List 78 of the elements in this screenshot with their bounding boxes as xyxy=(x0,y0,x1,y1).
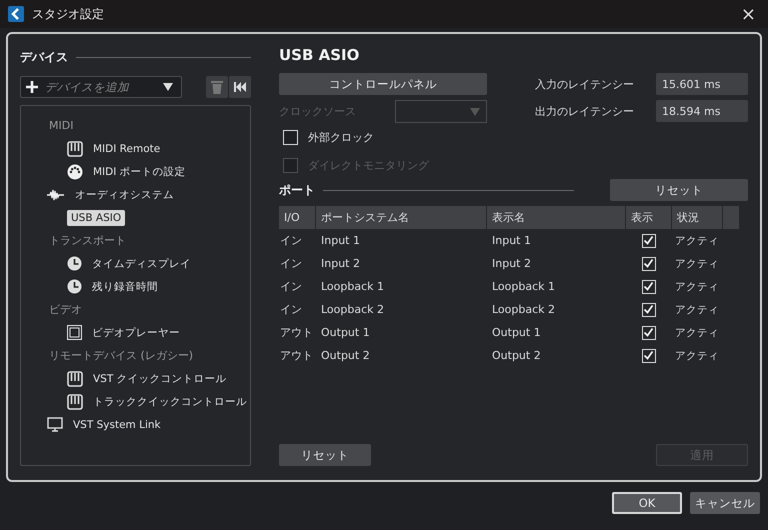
midi-connector-icon xyxy=(67,164,83,180)
table-cell-text: アクティ xyxy=(674,280,720,294)
plus-icon xyxy=(25,80,39,94)
clock-icon xyxy=(67,256,82,271)
table-cell-text: Output 2 xyxy=(491,349,542,362)
category-label: MIDI xyxy=(49,118,74,134)
monitor-icon xyxy=(47,417,63,432)
table-cell-text: アクティ xyxy=(674,234,720,248)
reset-button[interactable]: リセット xyxy=(610,179,748,201)
column-header[interactable]: 表示 xyxy=(626,206,671,229)
column-header xyxy=(723,206,739,229)
dropdown-arrow-icon xyxy=(163,83,173,91)
tree-item[interactable]: 残り録音時間 xyxy=(88,278,162,296)
output-latency-label: 出力のレイテンシー xyxy=(535,104,634,118)
input-latency-label: 入力のレイテンシー xyxy=(535,76,634,92)
cancel-button[interactable]: キャンセル xyxy=(690,492,760,514)
column-header[interactable]: I/O xyxy=(279,206,315,229)
tree-item[interactable]: ビデオプレーヤー xyxy=(88,324,184,342)
table-cell-text: Input 2 xyxy=(320,257,361,270)
clock-source-label: クロックソース xyxy=(279,104,356,119)
table-cell-text: アウト xyxy=(279,325,314,340)
driver-title: USB ASIO xyxy=(279,46,360,66)
film-icon xyxy=(67,325,82,340)
table-cell-text: Output 1 xyxy=(320,326,371,339)
trash-icon xyxy=(211,80,223,94)
tree-item[interactable]: MIDI Remote xyxy=(89,140,164,156)
column-header[interactable]: 状況 xyxy=(672,206,722,229)
table-cell-text: Input 1 xyxy=(320,234,361,247)
table-cell-text: イン xyxy=(279,256,303,271)
table-cell-text: Loopback 1 xyxy=(320,280,386,293)
output-latency-value: 18.594 ms xyxy=(656,100,748,122)
table-cell-text: アクティ xyxy=(674,302,720,316)
ok-button[interactable]: OK xyxy=(612,492,682,514)
checkbox-label: ダイレクトモニタリング xyxy=(308,158,429,172)
table-cell-text: Input 2 xyxy=(491,257,532,270)
tree-item[interactable]: VST クイックコントロール xyxy=(89,370,231,388)
table-cell-text: イン xyxy=(279,233,303,248)
table-cell-text: アクティ xyxy=(674,348,720,362)
table-cell-text: アクティ xyxy=(674,326,720,340)
table-cell-text: Loopback 1 xyxy=(491,280,556,293)
keyboard-icon xyxy=(67,394,83,410)
dropdown-arrow-icon xyxy=(470,108,480,116)
waveform-icon xyxy=(47,188,65,200)
tree-item[interactable]: オーディオシステム xyxy=(71,186,178,204)
checkbox-label: 外部クロック xyxy=(308,130,374,144)
reset-to-start-button[interactable] xyxy=(229,76,251,98)
tree-item[interactable]: MIDI ポートの設定 xyxy=(89,162,190,180)
section-heading: ポート xyxy=(279,182,315,198)
table-cell-text: アクティ xyxy=(674,256,720,270)
app-logo-icon xyxy=(8,6,24,22)
tree-item[interactable]: VST System Link xyxy=(69,416,165,432)
skip-back-icon xyxy=(234,82,246,92)
keyboard-icon xyxy=(67,370,83,386)
table-cell-text: Loopback 2 xyxy=(491,303,556,316)
tree-item[interactable]: USB ASIO xyxy=(67,210,126,226)
reset-button[interactable]: リセット xyxy=(279,444,371,466)
table-cell-text: アウト xyxy=(279,348,314,363)
section-heading: デバイス xyxy=(20,48,68,66)
column-header[interactable]: ポートシステム名 xyxy=(316,206,486,229)
category-label: トランスポート xyxy=(49,233,126,249)
category-label: リモートデバイス (レガシー) xyxy=(49,348,194,364)
column-header[interactable]: 表示名 xyxy=(487,206,625,229)
table-cell-text: イン xyxy=(279,279,303,294)
table-cell-text: Output 1 xyxy=(491,326,542,339)
table-cell-text: Loopback 2 xyxy=(320,303,386,316)
table-cell-text: Output 2 xyxy=(320,349,371,362)
tree-item[interactable]: トラッククイックコントロール xyxy=(89,392,251,410)
keyboard-icon xyxy=(67,140,83,156)
window-title: スタジオ設定 xyxy=(32,6,104,22)
table-cell-text: Input 1 xyxy=(491,234,532,247)
close-button[interactable]: × xyxy=(736,4,760,24)
clock-icon xyxy=(67,279,82,294)
add-device-dropdown[interactable]: デバイスを追加 xyxy=(20,76,182,98)
input-latency-value: 15.601 ms xyxy=(656,73,748,95)
control-panel-button[interactable]: コントロールパネル xyxy=(279,73,487,95)
tree-item[interactable]: タイムディスプレイ xyxy=(88,254,195,272)
category-label: ビデオ xyxy=(49,302,82,318)
table-cell-text: イン xyxy=(279,302,303,317)
